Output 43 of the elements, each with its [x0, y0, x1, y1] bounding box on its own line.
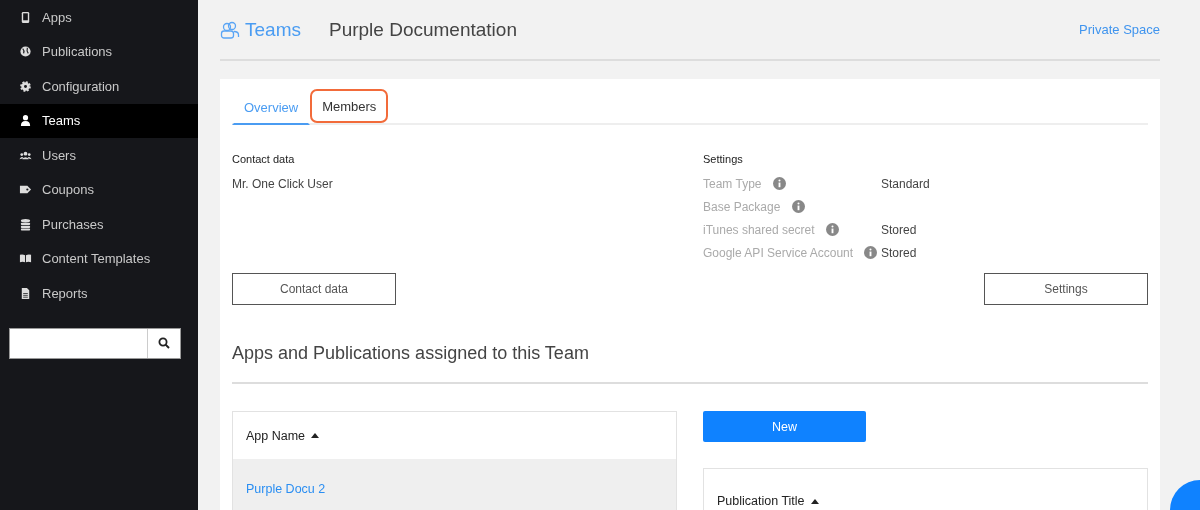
person-icon — [19, 114, 32, 128]
setting-value: Standard — [881, 177, 931, 193]
sort-caret-icon — [311, 433, 320, 438]
contact-data-button[interactable]: Contact data — [232, 273, 396, 305]
column-header[interactable]: App Name — [233, 412, 676, 459]
info-icon[interactable] — [791, 200, 805, 213]
setting-label: Team Type — [703, 177, 762, 191]
section-title: Apps and Publications assigned to this Team — [232, 343, 590, 364]
column-header[interactable]: Publication Title — [704, 469, 1147, 510]
sidebar-item[interactable]: Reports — [0, 276, 198, 311]
section-heading: Contact data — [232, 153, 296, 165]
new-button[interactable]: New — [703, 411, 866, 442]
search-field[interactable] — [9, 327, 181, 359]
sidebar-item[interactable]: Purchases — [0, 207, 198, 242]
info-icon[interactable] — [825, 223, 839, 236]
sidebar-item[interactable]: Content Templates — [0, 241, 198, 276]
search-icon — [158, 337, 170, 349]
setting-value: Stored — [881, 223, 918, 239]
setting-label: Google API Service Account — [703, 246, 854, 260]
setting-label: Base Package — [703, 200, 781, 214]
sidebar-item[interactable]: Apps — [0, 0, 198, 35]
sidebar-item[interactable]: Configuration — [0, 69, 198, 104]
sidebar-item[interactable]: Coupons — [0, 172, 198, 207]
info-icon[interactable] — [772, 177, 786, 190]
globe-icon — [19, 45, 32, 59]
section-title: Teams — [245, 18, 301, 41]
sort-caret-icon — [810, 498, 819, 504]
section-heading: Settings — [703, 153, 744, 165]
contact-name: Mr. One Click User — [232, 177, 334, 191]
setting-label: iTunes shared secret — [703, 223, 815, 237]
people-icon — [220, 20, 240, 39]
tablet-icon — [19, 10, 32, 24]
settings-icon — [19, 79, 32, 93]
sidebar-item[interactable]: Publications — [0, 34, 198, 69]
tab[interactable]: Members — [310, 89, 389, 123]
info-icon[interactable] — [864, 246, 878, 259]
stack-icon — [19, 217, 32, 231]
sidebar-item[interactable]: Teams — [0, 103, 198, 138]
page-title: Purple Documentation — [328, 18, 517, 41]
sidebar-item[interactable]: Users — [0, 138, 198, 173]
setting-value: Stored — [881, 246, 918, 262]
file-icon — [19, 286, 32, 300]
settings-button[interactable]: Settings — [984, 273, 1148, 305]
